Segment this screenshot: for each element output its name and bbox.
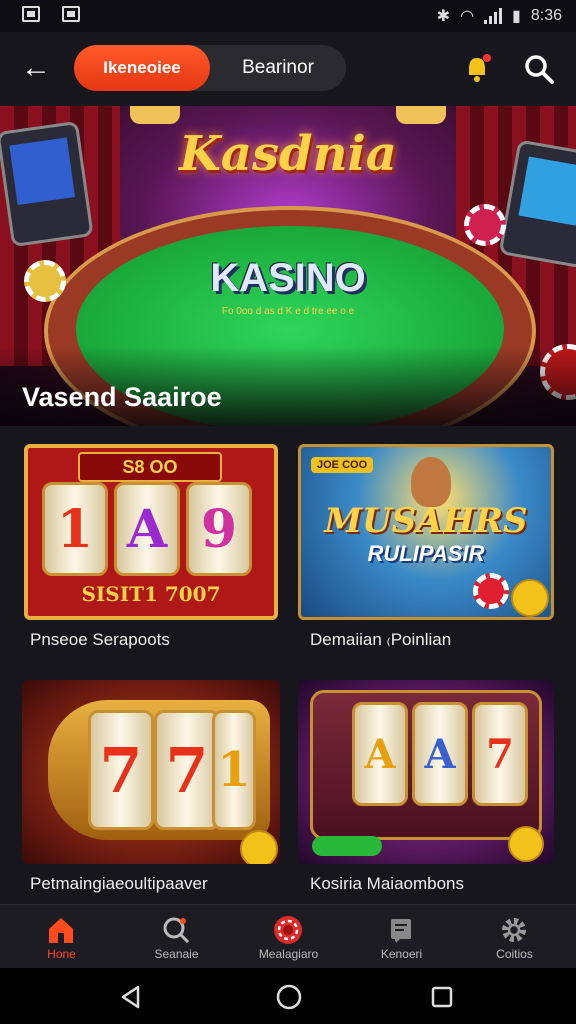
gallery-notification-icon (22, 6, 40, 22)
nav-search[interactable]: Seanaie (119, 905, 234, 969)
home-icon (49, 918, 73, 943)
card-title-art: MUSAHRS (324, 501, 528, 541)
wifi-icon: ◠ (460, 8, 475, 25)
slot-reel: 7 (88, 710, 154, 830)
tab-primary[interactable]: Ikeneoiee (74, 45, 210, 91)
notification-bell-icon[interactable] (460, 52, 494, 86)
coin-icon (240, 830, 278, 864)
character-icon (411, 457, 451, 507)
stage-light (130, 106, 180, 124)
nav-label: Coitios (496, 947, 533, 961)
card-subtitle-art: RULIPASIR (367, 541, 485, 566)
tab-secondary[interactable]: Bearinor (210, 45, 346, 91)
search-icon (163, 917, 190, 944)
nav-label: Seanaie (154, 947, 199, 961)
game-card[interactable]: 7 7 1 (22, 680, 280, 864)
bottom-nav: Hone Seanaie Mealagiaro Kenoeri Coitios (0, 904, 576, 969)
card-banner: S8 OO (78, 452, 222, 482)
coin-icon (511, 579, 549, 617)
slot-reel: A (114, 482, 180, 576)
casino-chip-icon (464, 204, 506, 246)
bluetooth-icon: ✱ (436, 8, 451, 25)
card-footer-text: SISIT1 7007 (81, 582, 221, 606)
hero-caption: Vasend Saairoe (22, 382, 222, 412)
signal-icon (484, 8, 503, 24)
nav-history[interactable]: Kenoeri (344, 905, 459, 969)
game-title[interactable]: Petmaingiaeoultipaaver (30, 874, 208, 894)
game-title[interactable]: Pnseoe Serapoots (30, 630, 170, 650)
game-title[interactable]: Demaiian ₍Poinlian (310, 630, 451, 650)
status-time: 8:36 (530, 7, 562, 24)
slot-reel: 7 (472, 702, 528, 806)
casino-chip-icon (274, 916, 302, 944)
nav-center[interactable]: Mealagiaro (231, 905, 346, 969)
slot-reel: A (352, 702, 408, 806)
slot-reel: 7 (154, 710, 220, 830)
back-icon[interactable] (118, 984, 144, 1010)
nav-label: Mealagiaro (258, 947, 319, 961)
play-button[interactable] (312, 836, 382, 856)
recents-icon[interactable] (430, 985, 454, 1009)
gear-icon (502, 918, 526, 942)
nav-label: Hone (47, 947, 76, 961)
game-title[interactable]: Kosiria Maiaombons (310, 874, 464, 894)
status-bar: ✱ ◠ ▮ 8:36 (0, 0, 576, 32)
search-icon[interactable] (522, 52, 556, 86)
app-header: ← Ikeneoiee Bearinor (0, 32, 576, 106)
card-badge: JOE COO (311, 457, 374, 473)
casino-chip-icon (24, 260, 66, 302)
hero-banner[interactable]: Kasdnia KASINO Fo 0oo d as d K e d tre e… (0, 106, 576, 426)
table-logo: KASINO (210, 256, 366, 300)
casino-chip-icon (473, 573, 509, 609)
home-circle-icon[interactable] (275, 983, 303, 1011)
document-icon (391, 919, 411, 943)
hero-title: Kasdnia (179, 126, 397, 182)
table-subtext: Fo 0oo d as d K e d tre ee o e (221, 306, 355, 317)
slot-reel: 9 (186, 482, 252, 576)
slot-reel: 1 (42, 482, 108, 576)
slot-reel: 1 (212, 710, 256, 830)
battery-icon: ▮ (512, 8, 521, 25)
game-card[interactable]: A A 7 (298, 680, 554, 864)
image-notification-icon (62, 6, 80, 22)
game-card[interactable]: JOE COO MUSAHRS RULIPASIR (298, 444, 554, 620)
system-nav-bar (0, 968, 576, 1024)
tab-switcher: Ikeneoiee Bearinor (74, 45, 346, 91)
back-arrow-icon[interactable]: ← (20, 50, 52, 86)
nav-label: Kenoeri (380, 947, 423, 961)
coin-icon (508, 826, 544, 862)
game-card[interactable]: S8 OO 1 A 9 SISIT1 7007 (24, 444, 278, 620)
nav-settings[interactable]: Coitios (457, 905, 572, 969)
nav-home[interactable]: Hone (4, 905, 119, 969)
slot-reel: A (412, 702, 468, 806)
stage-light (396, 106, 446, 124)
